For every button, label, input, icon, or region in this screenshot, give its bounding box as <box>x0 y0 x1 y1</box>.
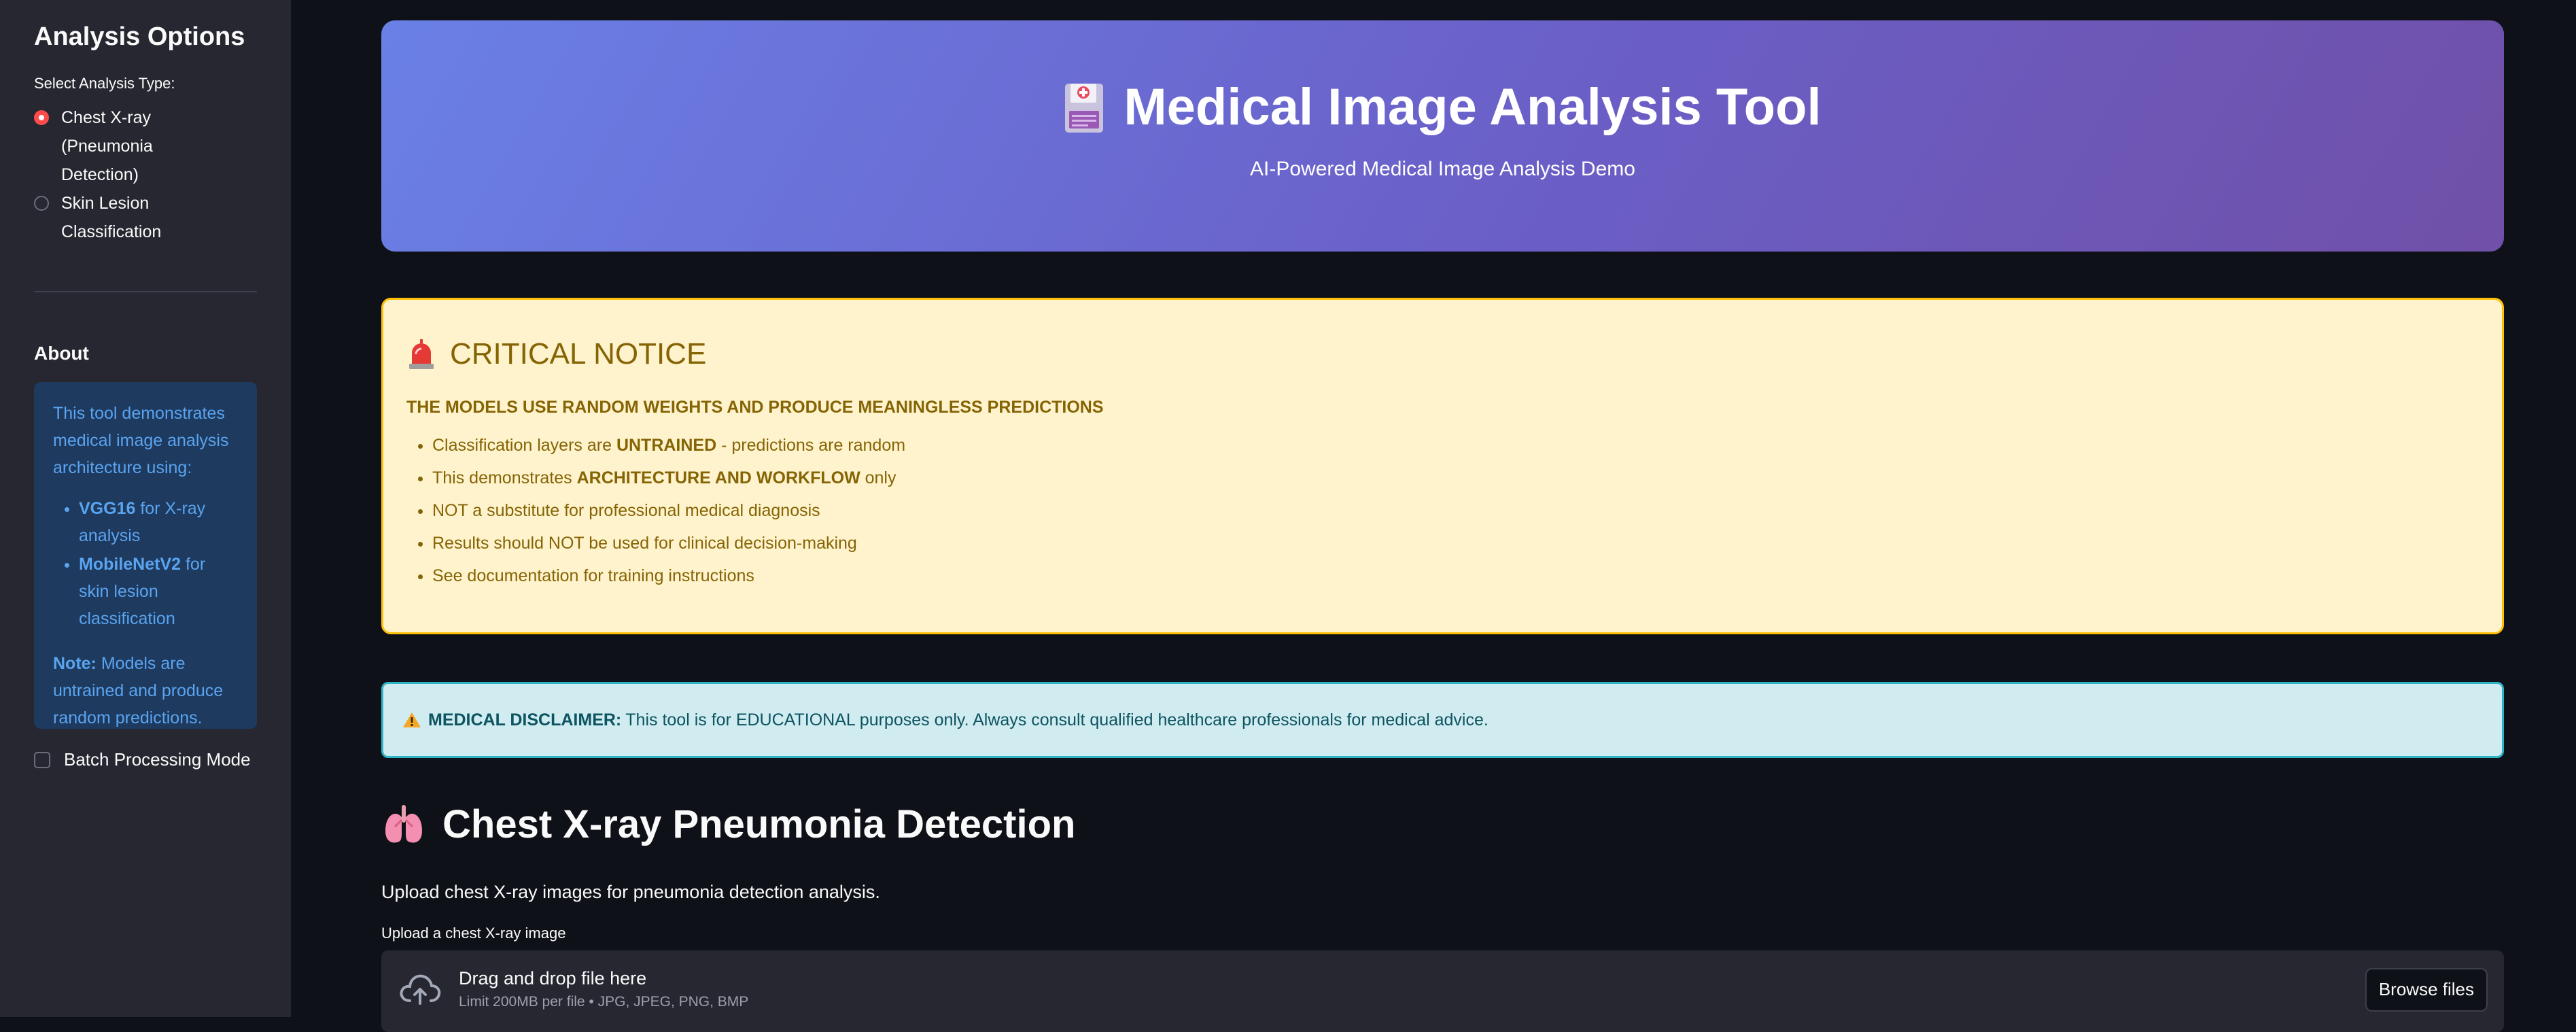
bullet-text: Results should NOT be used for clinical … <box>432 534 857 553</box>
analysis-type-label: Select Analysis Type: <box>34 75 175 92</box>
bullet-emphasis: UNTRAINED <box>616 436 717 455</box>
model-name: MobileNetV2 <box>79 555 181 574</box>
notice-bullet: Results should NOT be used for clinical … <box>432 527 2479 560</box>
lungs-icon <box>381 802 426 847</box>
hero-banner: Medical Image Analysis Tool AI-Powered M… <box>381 20 2504 252</box>
radio-selected-icon[interactable] <box>34 110 49 125</box>
notice-title: CRITICAL NOTICE <box>450 337 707 371</box>
batch-mode-label: Batch Processing Mode <box>64 749 251 770</box>
about-note: Note: Models are untrained and produce r… <box>53 650 239 732</box>
batch-mode-checkbox[interactable] <box>34 751 50 768</box>
model-name: VGG16 <box>79 499 136 518</box>
notice-bullet-list: Classification layers are UNTRAINED - pr… <box>406 429 2479 592</box>
radio-option-chest-xray[interactable]: Chest X-ray (Pneumonia Detection) <box>34 103 257 189</box>
sidebar: Analysis Options Select Analysis Type: C… <box>0 0 291 1017</box>
file-uploader-label: Upload a chest X-ray image <box>381 924 566 942</box>
section-title-row: Chest X-ray Pneumonia Detection <box>381 797 2504 852</box>
bullet-text: Classification layers are <box>432 436 616 455</box>
bullet-text: This demonstrates <box>432 468 577 487</box>
radio-label-chest-xray: Chest X-ray (Pneumonia Detection) <box>61 108 153 184</box>
notice-bullet: NOT a substitute for professional medica… <box>432 494 2479 527</box>
notice-bullet: This demonstrates ARCHITECTURE AND WORKF… <box>432 462 2479 494</box>
floppy-disk-medical-icon <box>1064 81 1104 134</box>
bullet-text: NOT a substitute for professional medica… <box>432 501 820 520</box>
radio-option-skin-lesion[interactable]: Skin Lesion Classification <box>34 189 257 246</box>
hero-title-row: Medical Image Analysis Tool <box>1064 73 1822 141</box>
analysis-type-radio-group: Chest X-ray (Pneumonia Detection) Skin L… <box>34 103 257 246</box>
notice-bullet: See documentation for training instructi… <box>432 560 2479 592</box>
bullet-emphasis: ARCHITECTURE AND WORKFLOW <box>576 468 860 487</box>
dropzone-limit: Limit 200MB per file • JPG, JPEG, PNG, B… <box>459 993 749 1010</box>
batch-mode-checkbox-row[interactable]: Batch Processing Mode <box>34 749 257 770</box>
notice-headline: THE MODELS USE RANDOM WEIGHTS AND PRODUC… <box>406 398 1104 417</box>
medical-disclaimer-box: MEDICAL DISCLAIMER: This tool is for EDU… <box>381 682 2504 758</box>
about-intro: This tool demonstrates medical image ana… <box>53 404 229 477</box>
file-dropzone[interactable]: Drag and drop file here Limit 200MB per … <box>381 950 2504 1032</box>
notice-title-row: CRITICAL NOTICE <box>406 334 2479 375</box>
about-heading: About <box>34 343 89 364</box>
radio-label-skin-lesion: Skin Lesion Classification <box>61 194 162 241</box>
notice-bullet: Classification layers are UNTRAINED - pr… <box>432 429 2479 462</box>
note-label: Note: <box>53 654 97 673</box>
hero-subtitle: AI-Powered Medical Image Analysis Demo <box>1250 158 1635 180</box>
section-title: Chest X-ray Pneumonia Detection <box>442 802 1076 846</box>
sidebar-title: Analysis Options <box>34 22 245 51</box>
dropzone-instruction: Drag and drop file here <box>459 967 647 988</box>
radio-unselected-icon[interactable] <box>34 196 49 211</box>
section-description: Upload chest X-ray images for pneumonia … <box>381 881 880 902</box>
about-model-list: VGG16 for X-ray analysis MobileNetV2 for… <box>53 495 239 632</box>
browse-files-button[interactable]: Browse files <box>2365 967 2488 1012</box>
about-model-item: MobileNetV2 for skin lesion classificati… <box>79 551 239 632</box>
bullet-text: - predictions are random <box>716 436 906 455</box>
bullet-text: See documentation for training instructi… <box>432 566 754 585</box>
warning-icon <box>402 711 421 729</box>
disclaimer-label: MEDICAL DISCLAIMER: <box>428 710 622 729</box>
sidebar-divider <box>34 291 257 292</box>
cloud-upload-icon <box>398 971 442 1008</box>
dropzone-text-block: Drag and drop file here Limit 200MB per … <box>459 965 748 1010</box>
bullet-text: only <box>860 468 897 487</box>
main-content: Medical Image Analysis Tool AI-Powered M… <box>381 0 2504 1032</box>
disclaimer-text: This tool is for EDUCATIONAL purposes on… <box>625 710 1489 729</box>
siren-icon <box>406 338 436 371</box>
about-model-item: VGG16 for X-ray analysis <box>79 495 239 549</box>
hero-title: Medical Image Analysis Tool <box>1124 78 1822 136</box>
about-info-box: This tool demonstrates medical image ana… <box>34 382 257 729</box>
critical-notice-box: CRITICAL NOTICE THE MODELS USE RANDOM WE… <box>381 298 2504 634</box>
